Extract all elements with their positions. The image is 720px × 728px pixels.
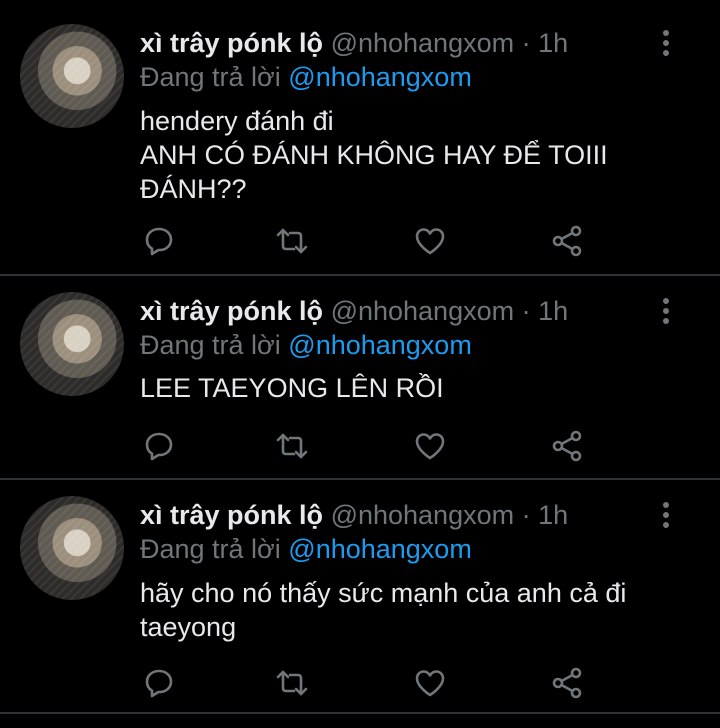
share-icon: [552, 430, 582, 462]
display-name[interactable]: xì trây pónk lộ: [140, 296, 323, 326]
retweet-icon: [276, 670, 308, 696]
heart-icon: [415, 433, 445, 460]
reply-context: Đang trả lời @nhohangxom: [140, 62, 472, 93]
reply-prefix: Đang trả lời: [140, 62, 281, 92]
tweet-text: LEE TAEYONG LÊN RỒI: [140, 371, 680, 405]
action-bar: [140, 224, 600, 258]
display-name[interactable]: xì trây pónk lộ: [140, 28, 323, 58]
like-button[interactable]: [413, 666, 447, 700]
username[interactable]: @nhohangxom: [331, 500, 515, 530]
like-button[interactable]: [413, 224, 447, 258]
reply-prefix: Đang trả lời: [140, 534, 281, 564]
reply-button[interactable]: [142, 224, 176, 258]
avatar[interactable]: [20, 292, 124, 396]
tweet-text-line: hendery đánh đi: [140, 106, 334, 136]
like-button[interactable]: [413, 429, 447, 463]
more-vertical-icon[interactable]: [656, 297, 676, 327]
tweet[interactable]: xì trây pónk lộ @nhohangxom · 1h Đang tr…: [0, 0, 720, 274]
tweet-text-line: ANH CÓ ĐÁNH KHÔNG HAY ĐỂ TOIII: [140, 140, 608, 170]
action-bar: [140, 666, 600, 700]
display-name[interactable]: xì trây pónk lộ: [140, 500, 323, 530]
retweet-button[interactable]: [275, 224, 309, 258]
reply-icon: [145, 669, 173, 698]
divider: [0, 712, 720, 714]
separator: ·: [521, 500, 531, 530]
reply-mention-link[interactable]: @nhohangxom: [288, 330, 472, 360]
reply-icon: [145, 432, 173, 461]
separator: ·: [521, 28, 531, 58]
share-button[interactable]: [550, 429, 584, 463]
share-icon: [552, 225, 582, 257]
reply-icon: [145, 227, 173, 256]
tweet-header: xì trây pónk lộ @nhohangxom · 1h: [140, 500, 568, 531]
tweet-text-line: ĐÁNH??: [140, 174, 247, 204]
tweet[interactable]: xì trây pónk lộ @nhohangxom · 1h Đang tr…: [0, 276, 720, 478]
tweet-text: hãy cho nó thấy sức mạnh của anh cả đi t…: [140, 576, 680, 644]
tweet-text-line: LEE TAEYONG LÊN RỒI: [140, 373, 444, 403]
reply-mention-link[interactable]: @nhohangxom: [288, 534, 472, 564]
avatar[interactable]: [20, 496, 124, 600]
tweet-text: hendery đánh đi ANH CÓ ĐÁNH KHÔNG HAY ĐỂ…: [140, 104, 680, 206]
reply-prefix: Đang trả lời: [140, 330, 281, 360]
reply-button[interactable]: [142, 666, 176, 700]
reply-button[interactable]: [142, 429, 176, 463]
tweet-header: xì trây pónk lộ @nhohangxom · 1h: [140, 28, 568, 59]
retweet-button[interactable]: [275, 429, 309, 463]
timestamp[interactable]: 1h: [538, 28, 568, 58]
heart-icon: [415, 670, 445, 697]
separator: ·: [521, 296, 531, 326]
timestamp[interactable]: 1h: [538, 500, 568, 530]
more-vertical-icon[interactable]: [656, 501, 676, 531]
heart-icon: [415, 228, 445, 255]
avatar[interactable]: [20, 24, 124, 128]
tweet-header: xì trây pónk lộ @nhohangxom · 1h: [140, 296, 568, 327]
action-bar: [140, 429, 600, 463]
timestamp[interactable]: 1h: [538, 296, 568, 326]
share-button[interactable]: [550, 224, 584, 258]
reply-context: Đang trả lời @nhohangxom: [140, 330, 472, 361]
reply-context: Đang trả lời @nhohangxom: [140, 534, 472, 565]
tweet[interactable]: xì trây pónk lộ @nhohangxom · 1h Đang tr…: [0, 480, 720, 712]
reply-mention-link[interactable]: @nhohangxom: [288, 62, 472, 92]
more-vertical-icon[interactable]: [656, 29, 676, 59]
retweet-icon: [276, 433, 308, 459]
retweet-icon: [276, 228, 308, 254]
share-button[interactable]: [550, 666, 584, 700]
tweet-text-line: hãy cho nó thấy sức mạnh của anh cả đi: [140, 578, 627, 608]
share-icon: [552, 667, 582, 699]
tweet-text-line: taeyong: [140, 612, 237, 642]
username[interactable]: @nhohangxom: [331, 28, 515, 58]
username[interactable]: @nhohangxom: [331, 296, 515, 326]
retweet-button[interactable]: [275, 666, 309, 700]
